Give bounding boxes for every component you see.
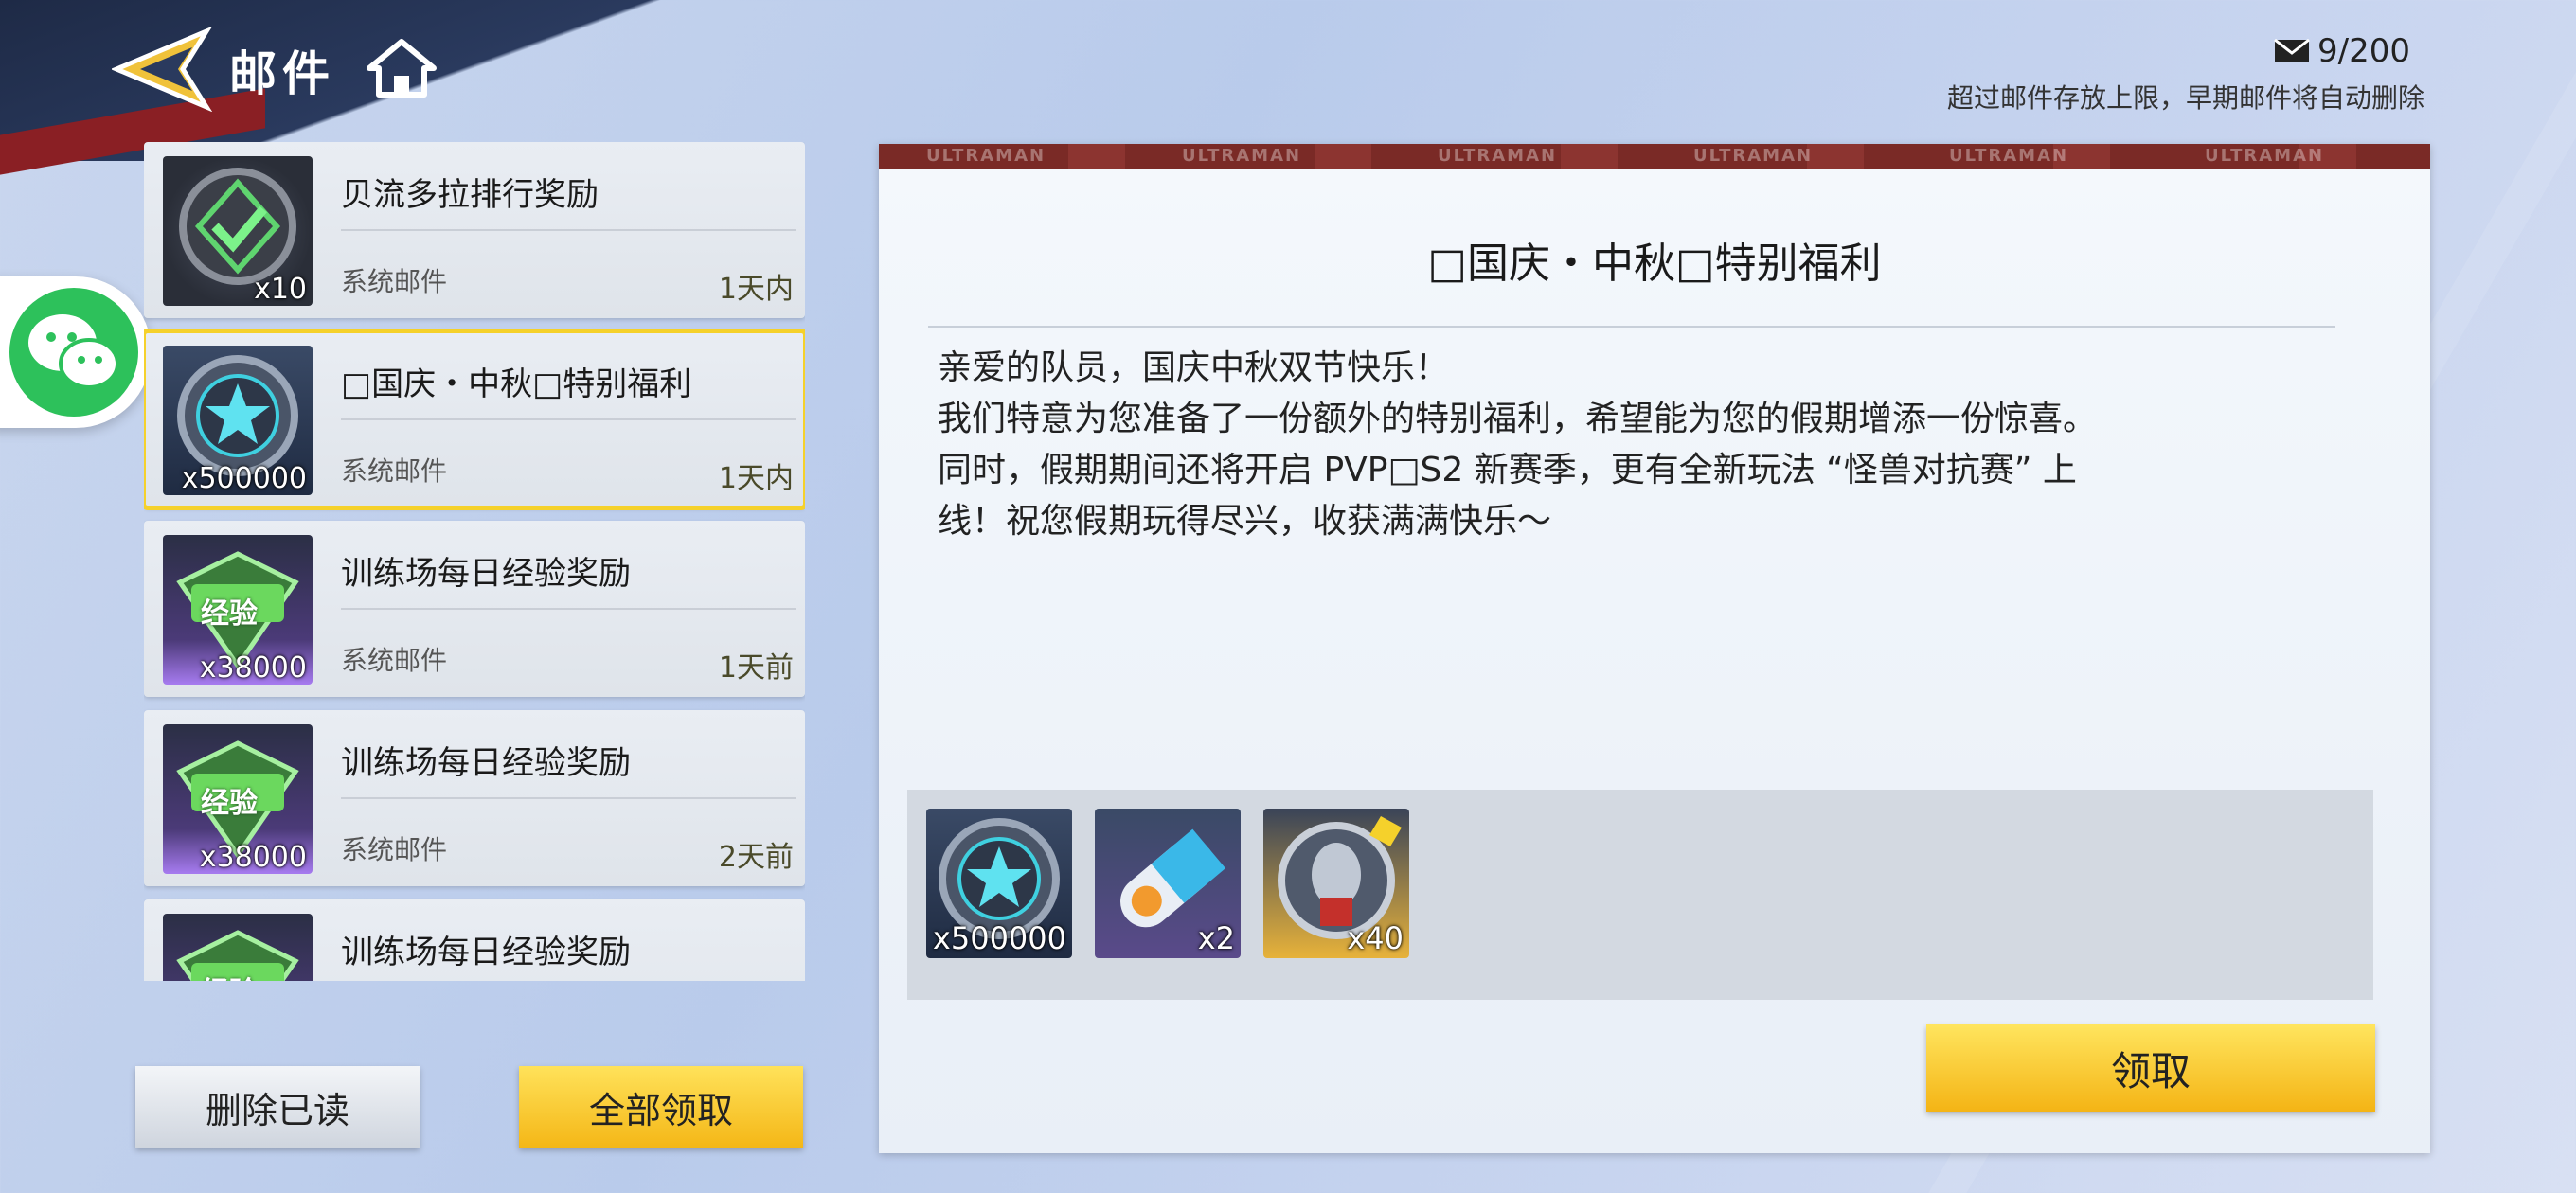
mail-detail-panel: ULTRAMAN ULTRAMAN ULTRAMAN ULTRAMAN ULTR… [879, 144, 2430, 1153]
mail-list-item[interactable]: 经验 x38000 训练场每日经验奖励 系统邮件 1天前 [144, 521, 805, 697]
mail-sender: 系统邮件 [341, 455, 448, 487]
mail-subject: □国庆・中秋□特别福利 [341, 365, 692, 403]
mail-count-display: 9/200 [2274, 32, 2410, 70]
exp-badge-label: 经验 [201, 787, 258, 820]
exp-badge-label: 经验 [201, 969, 258, 981]
banner-text: ULTRAMAN [1949, 146, 2069, 166]
mail-sender: 系统邮件 [341, 834, 448, 865]
exp-badge-label: 经验 [201, 597, 258, 631]
mail-subject: 训练场每日经验奖励 [341, 744, 631, 782]
divider [341, 797, 796, 799]
wechat-float-button[interactable] [0, 276, 152, 428]
collect-all-button[interactable]: 全部领取 [519, 1066, 803, 1148]
envelope-icon [2274, 39, 2310, 62]
mail-detail-body: 亲爱的队员，国庆中秋双节快乐！ 我们特意为您准备了一份额外的特别福利，希望能为您… [938, 343, 2339, 547]
mail-subject: 贝流多拉排行奖励 [341, 176, 599, 214]
banner-text: ULTRAMAN [1182, 146, 1302, 166]
mail-list-item[interactable]: x10 贝流多拉排行奖励 系统邮件 1天内 [144, 142, 805, 318]
mail-list[interactable]: x10 贝流多拉排行奖励 系统邮件 1天内 x500000 □国庆・中秋□特别福… [144, 142, 805, 981]
back-button[interactable] [110, 26, 216, 113]
mail-detail-title: □国庆・中秋□特别福利 [1427, 240, 1882, 288]
mail-subject: 训练场每日经验奖励 [341, 934, 631, 971]
ultraman-medal-icon[interactable]: x40 [1263, 809, 1409, 958]
divider [341, 418, 796, 420]
banner-text: ULTRAMAN [926, 146, 1046, 166]
claim-button[interactable]: 领取 [1926, 1024, 2375, 1112]
mail-limit-notice: 超过邮件存放上限，早期邮件将自动删除 [1946, 82, 2424, 114]
mail-time: 1天内 [718, 462, 794, 495]
mail-count: 9/200 [2317, 32, 2410, 70]
reward-quantity: x2 [1197, 920, 1235, 956]
divider [341, 229, 796, 231]
body-line: 线！祝您假期玩得尽兴，收获满满快乐～ [938, 502, 1552, 541]
mail-subject: 训练场每日经验奖励 [341, 555, 631, 593]
mail-list-item-selected[interactable]: x500000 □国庆・中秋□特别福利 系统邮件 1天内 [144, 329, 805, 510]
home-button[interactable] [364, 36, 439, 100]
ultraman-banner-strip: ULTRAMAN ULTRAMAN ULTRAMAN ULTRAMAN ULTR… [879, 144, 2430, 169]
exp-badge-icon: 经验 x38000 [163, 535, 313, 685]
divider [928, 326, 2335, 328]
reward-quantity: x40 [1347, 920, 1404, 956]
mail-sender: 系统邮件 [341, 645, 448, 676]
star-coin-icon[interactable]: x500000 [926, 809, 1072, 958]
mail-sender: 系统邮件 [341, 266, 448, 297]
capsule-icon[interactable]: x2 [1095, 809, 1241, 958]
thumb-quantity: x38000 [199, 841, 307, 874]
reward-list: x500000 x2 x40 [907, 790, 2373, 1000]
wechat-icon [9, 288, 138, 417]
reward-quantity: x500000 [932, 920, 1066, 956]
banner-text: ULTRAMAN [2205, 146, 2325, 166]
delete-read-button[interactable]: 删除已读 [135, 1066, 420, 1148]
mail-time: 1天前 [718, 651, 794, 685]
thumb-quantity: x38000 [199, 651, 307, 685]
thumb-quantity: x500000 [181, 462, 307, 495]
mail-list-item[interactable]: 经验 x38000 训练场每日经验奖励 系统邮件 2天前 [144, 710, 805, 886]
check-badge-icon: x10 [163, 156, 313, 306]
exp-badge-icon: 经验 x38000 [163, 724, 313, 874]
banner-text: ULTRAMAN [1438, 146, 1558, 166]
body-line: 我们特意为您准备了一份额外的特别福利，希望能为您的假期增添一份惊喜。 [938, 400, 2098, 438]
banner-text: ULTRAMAN [1693, 146, 1814, 166]
mail-time: 1天内 [718, 273, 794, 306]
back-arrow-icon [110, 26, 213, 113]
home-icon [367, 39, 437, 98]
mail-time: 2天前 [718, 841, 794, 874]
mail-list-item[interactable]: 经验 训练场每日经验奖励 [144, 899, 805, 981]
star-coin-icon: x500000 [163, 346, 313, 495]
exp-badge-icon: 经验 [163, 914, 313, 981]
divider [341, 608, 796, 610]
page-title: 邮件 [229, 46, 335, 101]
body-line: 同时，假期期间还将开启 PVP□S2 新赛季，更有全新玩法 “怪兽对抗赛” 上 [938, 451, 2077, 490]
thumb-quantity: x10 [254, 273, 307, 306]
body-line: 亲爱的队员，国庆中秋双节快乐！ [938, 348, 1450, 387]
